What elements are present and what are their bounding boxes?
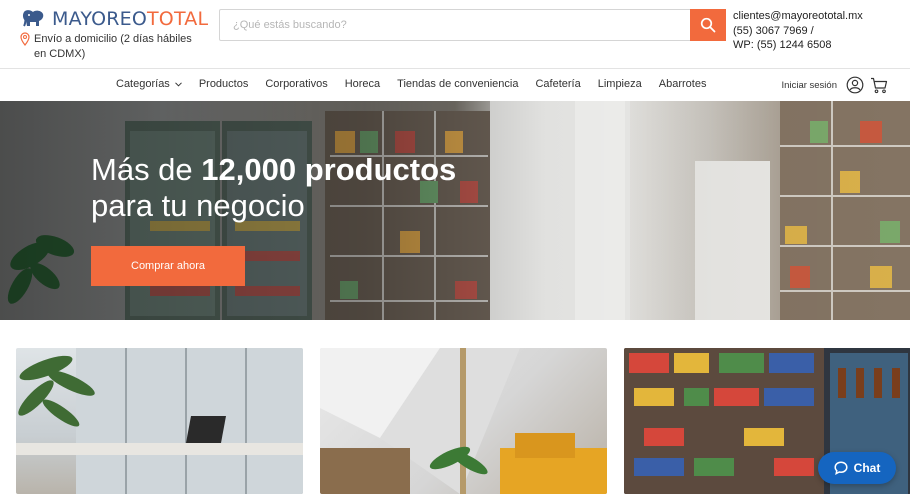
login-link[interactable]: Iniciar sesión xyxy=(782,80,837,91)
search-icon xyxy=(700,17,716,33)
site-header: MAYOREOTOTAL Envío a domicilio (2 días h… xyxy=(0,0,910,69)
main-nav: Categorías Productos Corporativos Horeca… xyxy=(0,70,910,101)
brand-name: MAYOREOTOTAL xyxy=(52,8,208,30)
location-pin-icon xyxy=(20,32,30,46)
hero-title-light: Más de xyxy=(91,152,202,187)
category-card-horeca[interactable] xyxy=(320,348,607,494)
chat-button[interactable]: Chat xyxy=(818,452,896,484)
user-account-icon[interactable] xyxy=(846,76,864,94)
hero-title-line2: para tu negocio xyxy=(91,188,305,223)
logo[interactable]: MAYOREOTOTAL xyxy=(20,8,208,30)
delivery-info: Envío a domicilio (2 días hábiles en CDM… xyxy=(20,32,210,62)
contact-whatsapp[interactable]: WP: (55) 1244 6508 xyxy=(733,38,863,53)
search-input[interactable] xyxy=(220,10,690,40)
nav-item-label: Categorías xyxy=(116,78,170,90)
nav-item-limpieza[interactable]: Limpieza xyxy=(598,78,642,90)
contact-phone[interactable]: (55) 3067 7969 / xyxy=(733,24,863,39)
elephant-logo-icon xyxy=(22,10,44,27)
contact-email[interactable]: clientes@mayoreototal.mx xyxy=(733,9,863,24)
delivery-text: Envío a domicilio (2 días hábiles en CDM… xyxy=(34,33,192,60)
hero-headline: Más de 12,000 productos para tu negocio xyxy=(91,152,456,224)
hero-banner: Más de 12,000 productos para tu negocio … xyxy=(0,101,910,320)
nav-item-corporativos[interactable]: Corporativos xyxy=(265,78,327,90)
search-bar xyxy=(219,9,726,41)
hero-title-bold: 12,000 productos xyxy=(201,152,457,187)
nav-item-categorias[interactable]: Categorías xyxy=(116,78,182,90)
shopping-cart-icon[interactable] xyxy=(870,77,888,94)
category-card-corporativos[interactable] xyxy=(16,348,303,494)
nav-item-horeca[interactable]: Horeca xyxy=(345,78,380,90)
office-photo xyxy=(16,348,303,494)
chat-bubble-icon xyxy=(834,461,848,475)
nav-item-abarrotes[interactable]: Abarrotes xyxy=(659,78,707,90)
chat-label: Chat xyxy=(853,461,881,475)
search-button[interactable] xyxy=(690,9,726,41)
brand-name-part1: MAYOREO xyxy=(52,8,147,30)
shop-now-button[interactable]: Comprar ahora xyxy=(91,246,245,286)
chevron-down-icon xyxy=(174,81,182,87)
nav-item-tiendas-de-conveniencia[interactable]: Tiendas de conveniencia xyxy=(397,78,518,90)
lounge-photo xyxy=(320,348,607,494)
nav-item-cafeteria[interactable]: Cafetería xyxy=(535,78,580,90)
nav-item-productos[interactable]: Productos xyxy=(199,78,249,90)
brand-name-part2: TOTAL xyxy=(147,8,209,30)
contact-info: clientes@mayoreototal.mx (55) 3067 7969 … xyxy=(733,9,863,53)
